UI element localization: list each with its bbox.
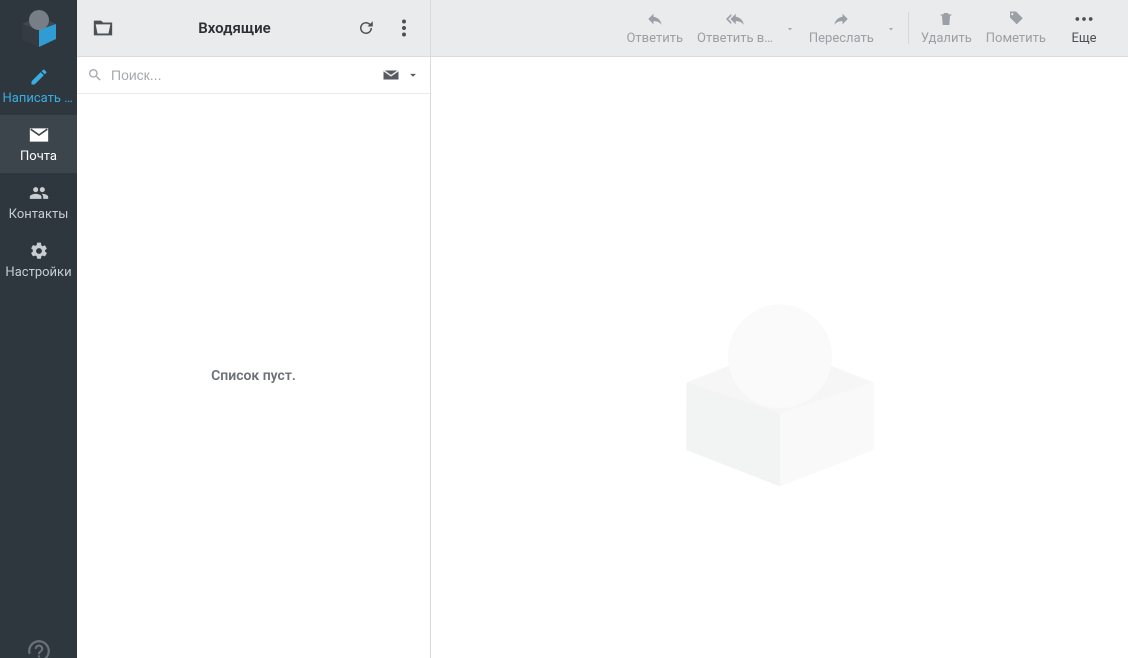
help-icon [26, 638, 52, 658]
reply-all-group: Ответить в… [691, 10, 801, 46]
refresh-button[interactable] [352, 19, 380, 37]
forward-icon [832, 10, 850, 28]
contacts-icon [28, 183, 50, 203]
more-label: Еще [1071, 31, 1096, 46]
forward-caret[interactable] [880, 19, 902, 38]
nav-settings[interactable]: Настройки [0, 231, 77, 289]
forward-label: Переслать [809, 31, 874, 46]
reply-button[interactable]: Ответить [620, 10, 689, 46]
reply-all-label: Ответить в… [697, 31, 773, 46]
reply-all-button[interactable]: Ответить в… [691, 10, 779, 46]
toolbar-separator [908, 12, 909, 44]
refresh-icon [357, 19, 375, 37]
chevron-down-icon[interactable] [406, 68, 420, 82]
list-more-button[interactable] [390, 19, 418, 37]
help-button[interactable] [0, 638, 77, 658]
folder-select-button[interactable] [89, 17, 117, 39]
watermark-icon [650, 268, 910, 528]
trash-icon [938, 10, 954, 28]
more-button[interactable]: Еще [1054, 10, 1114, 46]
message-toolbar: Ответить Ответить в… Переслать Удалить [431, 0, 1128, 57]
reply-all-caret[interactable] [779, 19, 801, 38]
search-icon [87, 67, 103, 83]
mark-button[interactable]: Пометить [980, 10, 1052, 46]
folder-title: Входящие [127, 19, 342, 37]
message-list-panel: Входящие Список пуст. [77, 0, 431, 658]
preview-blank [431, 57, 1128, 658]
list-header: Входящие [77, 0, 430, 57]
compose-icon [29, 67, 49, 87]
compose-button[interactable]: Написать с… [0, 57, 77, 115]
more-icon [1074, 10, 1094, 28]
preview-pane: Ответить Ответить в… Переслать Удалить [431, 0, 1128, 658]
folder-icon [92, 17, 114, 39]
forward-button[interactable]: Переслать [803, 10, 880, 46]
reply-icon [646, 10, 664, 28]
delete-button[interactable]: Удалить [915, 10, 978, 46]
gear-icon [29, 241, 49, 261]
mail-icon [29, 125, 49, 145]
nav-mail[interactable]: Почта [0, 115, 77, 173]
delete-label: Удалить [921, 31, 972, 46]
kebab-icon [401, 19, 407, 37]
forward-group: Переслать [803, 10, 902, 46]
mail-scope-icon[interactable] [382, 66, 400, 84]
taskmenu: Написать с… Почта Контакты Настройки [0, 0, 77, 658]
empty-list-message: Список пуст. [77, 94, 430, 658]
reply-all-icon [725, 10, 745, 28]
search-input[interactable] [111, 67, 374, 83]
tag-icon [1007, 10, 1025, 28]
search-bar [77, 57, 430, 94]
caret-down-icon [785, 24, 795, 34]
compose-label: Написать с… [3, 91, 75, 106]
nav-mail-label: Почта [20, 149, 57, 164]
nav-settings-label: Настройки [5, 265, 71, 280]
cube-logo-icon [16, 6, 62, 52]
mark-label: Пометить [986, 31, 1046, 46]
caret-down-icon [886, 24, 896, 34]
nav-contacts-label: Контакты [9, 207, 69, 222]
app-logo [0, 0, 77, 57]
reply-label: Ответить [626, 31, 683, 46]
nav-contacts[interactable]: Контакты [0, 173, 77, 231]
